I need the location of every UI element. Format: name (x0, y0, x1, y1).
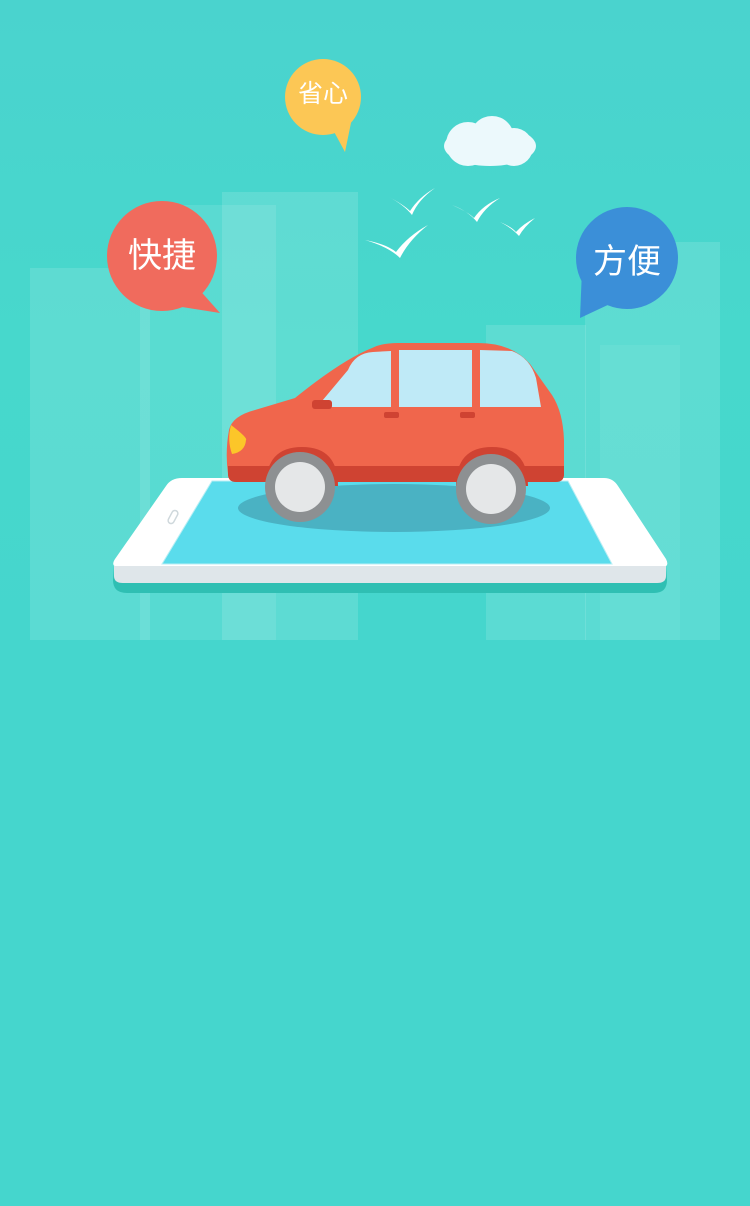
bubble-label-fangbian: 方便 (593, 242, 661, 282)
bird-icon (365, 188, 535, 258)
cloud-icon (444, 116, 536, 166)
bubble-label-shengxin: 省心 (297, 79, 348, 108)
illustration-canvas (30, 59, 720, 640)
bubble-label-kuaijie: 快捷 (128, 236, 196, 276)
hero-illustration: 快捷 省心 方便 (0, 0, 750, 640)
blank-content-area (0, 640, 750, 1206)
